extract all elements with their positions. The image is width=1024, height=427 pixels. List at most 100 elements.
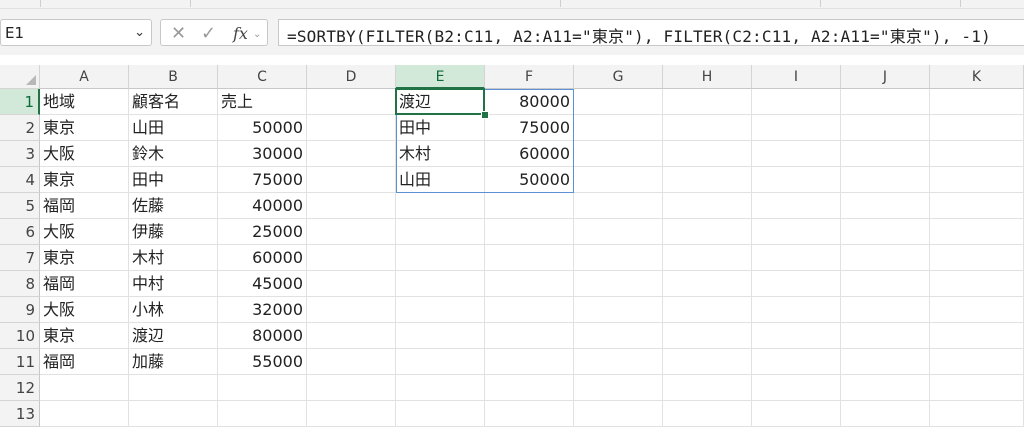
spill-cell[interactable]: 50000 [485,167,574,193]
cell[interactable] [218,375,307,401]
data-cell[interactable]: 東京 [40,167,129,193]
column-header-g[interactable]: G [574,65,663,89]
cell[interactable] [752,89,841,115]
cell[interactable] [574,297,663,323]
data-cell[interactable]: 伊藤 [129,219,218,245]
column-header-k[interactable]: K [930,65,1024,89]
spill-cell[interactable]: 木村 [396,141,485,167]
spill-cell[interactable]: 渡辺 [396,89,485,115]
cell[interactable] [930,245,1024,271]
cell[interactable] [40,375,129,401]
cell[interactable] [574,89,663,115]
cell[interactable] [752,141,841,167]
row-header-9[interactable]: 9 [0,297,40,323]
insert-function-button[interactable]: fx [233,24,248,43]
data-cell[interactable]: 中村 [129,271,218,297]
data-cell[interactable]: 30000 [218,141,307,167]
cell[interactable] [841,89,930,115]
cell[interactable] [574,375,663,401]
row-header-1[interactable]: 1 [0,89,40,115]
cell[interactable] [930,193,1024,219]
cell[interactable] [574,193,663,219]
cell[interactable] [396,271,485,297]
column-header-i[interactable]: I [752,65,841,89]
chevron-down-icon[interactable]: ⌄ [134,25,145,40]
cell[interactable] [841,349,930,375]
cell[interactable] [485,349,574,375]
cell[interactable] [752,115,841,141]
column-header-b[interactable]: B [129,65,218,89]
cell[interactable] [307,271,396,297]
select-all-button[interactable] [0,65,40,89]
cell[interactable] [307,219,396,245]
cell[interactable] [485,245,574,271]
cell[interactable] [663,245,752,271]
cell[interactable] [752,271,841,297]
data-cell[interactable]: 60000 [218,245,307,271]
data-cell[interactable]: 大阪 [40,297,129,323]
data-cell[interactable]: 大阪 [40,141,129,167]
row-header-2[interactable]: 2 [0,115,40,141]
cell[interactable] [307,141,396,167]
cell[interactable] [663,219,752,245]
cell[interactable] [129,375,218,401]
column-header-c[interactable]: C [218,65,307,89]
cell[interactable] [841,219,930,245]
data-cell[interactable]: 鈴木 [129,141,218,167]
column-header-e[interactable]: E [396,65,485,89]
cell[interactable] [663,115,752,141]
cell[interactable] [307,349,396,375]
cell[interactable] [930,141,1024,167]
spill-cell[interactable]: 田中 [396,115,485,141]
row-header-3[interactable]: 3 [0,141,40,167]
data-cell[interactable]: 福岡 [40,271,129,297]
row-header-4[interactable]: 4 [0,167,40,193]
cell[interactable] [485,271,574,297]
column-header-d[interactable]: D [307,65,396,89]
cell[interactable] [574,141,663,167]
cancel-icon[interactable]: ✕ [171,23,186,44]
cell[interactable] [129,401,218,427]
cell[interactable] [841,245,930,271]
cell[interactable] [930,323,1024,349]
cell[interactable] [485,401,574,427]
cell[interactable] [841,375,930,401]
data-cell[interactable]: 45000 [218,271,307,297]
cell[interactable] [574,167,663,193]
cell[interactable] [930,115,1024,141]
cell[interactable] [307,401,396,427]
column-header-j[interactable]: J [841,65,930,89]
data-cell[interactable]: 福岡 [40,193,129,219]
cell[interactable] [663,401,752,427]
row-header-10[interactable]: 10 [0,323,40,349]
cell[interactable] [663,89,752,115]
cell[interactable] [663,323,752,349]
spill-cell[interactable]: 80000 [485,89,574,115]
cell[interactable] [574,245,663,271]
data-cell[interactable]: 東京 [40,323,129,349]
header-cell[interactable]: 顧客名 [129,89,218,115]
cell[interactable] [663,167,752,193]
cell[interactable] [663,349,752,375]
data-cell[interactable]: 山田 [129,115,218,141]
cell[interactable] [752,193,841,219]
cell[interactable] [841,193,930,219]
cell[interactable] [752,375,841,401]
data-cell[interactable]: 福岡 [40,349,129,375]
cell[interactable] [396,219,485,245]
data-cell[interactable]: 佐藤 [129,193,218,219]
data-cell[interactable]: 東京 [40,245,129,271]
cell[interactable] [752,349,841,375]
cell[interactable] [841,323,930,349]
fill-handle[interactable] [481,111,489,119]
cell[interactable] [930,297,1024,323]
data-cell[interactable]: 田中 [129,167,218,193]
data-cell[interactable]: 80000 [218,323,307,349]
cell[interactable] [841,401,930,427]
cell[interactable] [752,323,841,349]
cell[interactable] [930,271,1024,297]
cell[interactable] [307,89,396,115]
cell[interactable] [663,375,752,401]
column-header-a[interactable]: A [40,65,129,89]
chevron-down-icon[interactable]: ⌄ [253,29,261,40]
